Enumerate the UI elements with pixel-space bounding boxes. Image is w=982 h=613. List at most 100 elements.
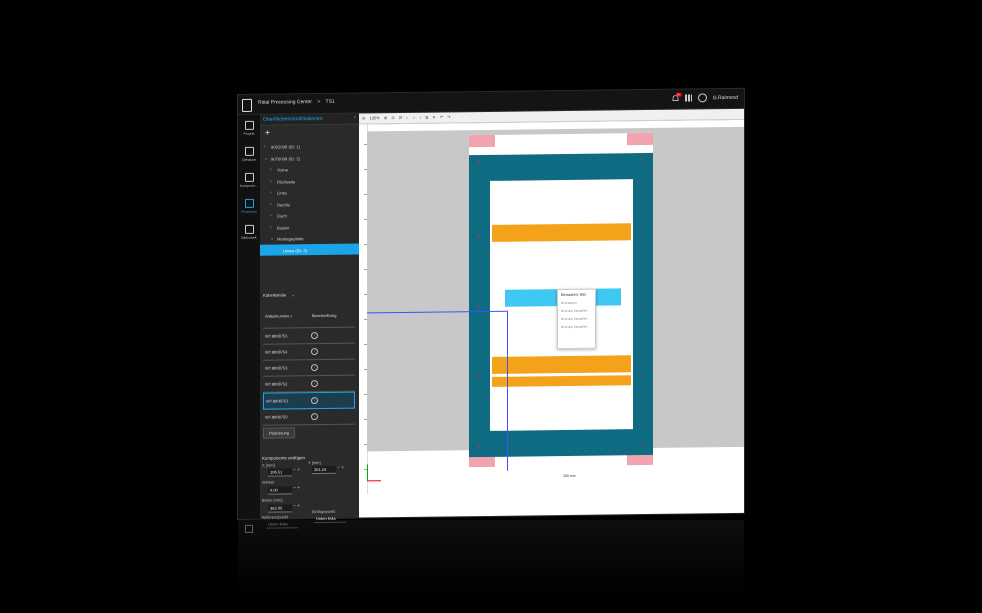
delete-icon[interactable]: ✕ xyxy=(432,115,435,120)
undo-icon[interactable]: ↶ xyxy=(440,114,443,119)
next-icon[interactable]: › xyxy=(420,115,421,120)
collapse-panel-icon[interactable]: ‹ xyxy=(354,115,356,121)
tree-item[interactable]: Unten (ID: 3) xyxy=(260,243,359,256)
tree-item-label: Dach xyxy=(277,213,287,219)
app-logo-icon xyxy=(242,98,252,112)
cabinet-icon xyxy=(244,146,254,156)
column-header-description[interactable]: Beschreibung xyxy=(310,310,355,328)
y-input[interactable]: 351.24 xyxy=(312,465,336,475)
snap-option-3[interactable]: Bohrung einstellen xyxy=(558,323,595,331)
add-button[interactable]: + xyxy=(265,128,270,138)
angle-input[interactable]: 0.00 xyxy=(268,486,292,495)
y-label: Y [mm] xyxy=(308,459,321,466)
hole-marker xyxy=(478,235,480,238)
info-icon[interactable]: i xyxy=(311,332,318,340)
hole-marker xyxy=(641,233,643,236)
x-stepper[interactable]: − + xyxy=(293,467,300,473)
chevron-right-icon[interactable]: › xyxy=(264,144,266,150)
tree-item-label: Boden xyxy=(277,224,290,231)
zoom-fit-icon[interactable]: ⊙ xyxy=(391,115,394,120)
description-cell: i xyxy=(311,413,355,421)
width-input[interactable]: 362.90 xyxy=(268,504,292,513)
chevron-right-icon[interactable]: › xyxy=(270,213,272,219)
table-row[interactable]: WT.8808754 i xyxy=(263,343,355,361)
chevron-right-icon[interactable]: › xyxy=(270,167,272,173)
x-axis-indicator xyxy=(367,480,381,482)
info-icon[interactable]: i xyxy=(310,397,318,405)
tree-item-label: Rechts xyxy=(277,201,291,208)
tree: › 9002008 (ID: 1) ⌄ 9076008 (ID: 2) › Vorne › R… xyxy=(260,140,359,256)
cable-duct[interactable] xyxy=(492,375,631,387)
column-header-article[interactable]: Artikelnumme r xyxy=(263,310,310,328)
copy-icon[interactable]: ⧉ xyxy=(425,115,428,120)
insert-label: Einfügepunkt xyxy=(312,508,336,515)
panel-header: Oberflächenmodifikationen ‹ xyxy=(260,113,359,126)
x-input[interactable]: 106.51 xyxy=(268,468,292,477)
rail-item-gehause[interactable]: Gehäuse xyxy=(238,146,260,162)
cable-duct[interactable] xyxy=(492,355,631,374)
insert-form: Komponente einfügen X [mm] Y [mm] 106.51… xyxy=(262,455,357,529)
header-actions: 9+ G.Raimond xyxy=(672,92,738,103)
zoom-in-icon[interactable]: ⊕ xyxy=(384,115,387,120)
cable-duct[interactable] xyxy=(492,223,631,242)
description-cell: i xyxy=(311,348,355,356)
chevron-down-icon[interactable]: ⌄ xyxy=(264,155,268,161)
info-icon[interactable]: i xyxy=(311,413,318,421)
library-icon xyxy=(244,224,254,234)
corner-marker xyxy=(627,132,653,146)
table-row[interactable]: WT.8808753 i xyxy=(263,359,355,377)
article-number: WT.8808753 xyxy=(265,365,288,371)
hole-marker xyxy=(641,443,643,446)
nav-rail: Projekt Gehäuse Kompone... Processin Bib… xyxy=(238,114,260,533)
table-row[interactable]: WT.8808751 i xyxy=(263,391,355,410)
angle-stepper[interactable]: − + xyxy=(293,485,300,491)
zoom-area-icon[interactable]: ⊡ xyxy=(399,115,402,120)
ref-label: Referenzpunkt xyxy=(262,514,289,520)
rail-item-projekt[interactable]: Projekt xyxy=(238,120,260,136)
project-icon xyxy=(244,120,254,130)
rail-label: Bibliothek xyxy=(241,235,257,240)
avatar[interactable] xyxy=(697,93,707,103)
breadcrumb-app[interactable]: Rittal Processing Center xyxy=(258,99,312,106)
snap-guide-vertical xyxy=(507,310,508,471)
notification-bell-icon[interactable]: 9+ xyxy=(672,92,682,102)
width-stepper[interactable]: − + xyxy=(293,503,300,509)
user-name[interactable]: G.Raimond xyxy=(713,94,738,100)
tree-item-label: Rückseite xyxy=(277,178,296,185)
info-icon[interactable]: i xyxy=(311,380,318,388)
info-icon[interactable]: i xyxy=(311,364,318,372)
chevron-right-icon[interactable]: › xyxy=(270,201,272,207)
article-table: Artikelnumme r Beschreibung WT.8808755 i W… xyxy=(263,309,355,426)
rail-label: Gehäuse xyxy=(241,157,257,162)
tree-item-label: 9076008 (ID: 2) xyxy=(271,155,301,162)
table-row[interactable]: WT.8808752 i xyxy=(263,375,355,393)
info-icon[interactable]: i xyxy=(311,348,318,356)
drawing-canvas[interactable]: Einrasten: Bei Bohrungen Bohrung einstel… xyxy=(359,119,744,518)
redo-icon[interactable]: ↷ xyxy=(447,114,450,119)
chevron-right-icon[interactable]: › xyxy=(270,178,272,184)
breadcrumb-project[interactable]: TS1 xyxy=(326,99,335,105)
tree-item-label: 9002008 (ID: 1) xyxy=(271,144,301,150)
category-dropdown[interactable]: Kabelkanäle ⌄ xyxy=(263,292,303,300)
table-row[interactable]: WT.8808750 i xyxy=(263,408,355,426)
table-row[interactable]: WT.8808755 i xyxy=(263,327,355,345)
angle-label: Winkel xyxy=(262,479,275,485)
table-header: Artikelnumme r Beschreibung xyxy=(263,309,355,329)
y-stepper[interactable]: − + xyxy=(337,465,344,471)
apps-grid-icon[interactable] xyxy=(684,94,692,102)
zoom-level[interactable]: 135% xyxy=(369,115,379,120)
tree-item-label: Links xyxy=(277,190,287,196)
chevron-right-icon[interactable]: › xyxy=(270,190,272,196)
form-section-title: Komponente einfügen xyxy=(262,455,305,461)
chevron-right-icon[interactable]: › xyxy=(270,224,272,230)
place-button[interactable]: Platzierung xyxy=(263,427,295,439)
pan-icon[interactable]: ⇔ xyxy=(412,115,416,120)
rail-item-bibliothek[interactable]: Bibliothek xyxy=(238,224,260,240)
notification-badge: 9+ xyxy=(675,92,682,97)
zoom-out-icon[interactable]: ⊖ xyxy=(362,115,365,120)
rail-item-processing[interactable]: Processin xyxy=(238,198,260,214)
chevron-down-icon[interactable]: ⌄ xyxy=(270,236,274,242)
previous-icon[interactable]: ‹ xyxy=(406,115,407,120)
width-label: Breite [mm] xyxy=(262,497,283,503)
rail-item-komponenten[interactable]: Kompone... xyxy=(238,172,260,188)
